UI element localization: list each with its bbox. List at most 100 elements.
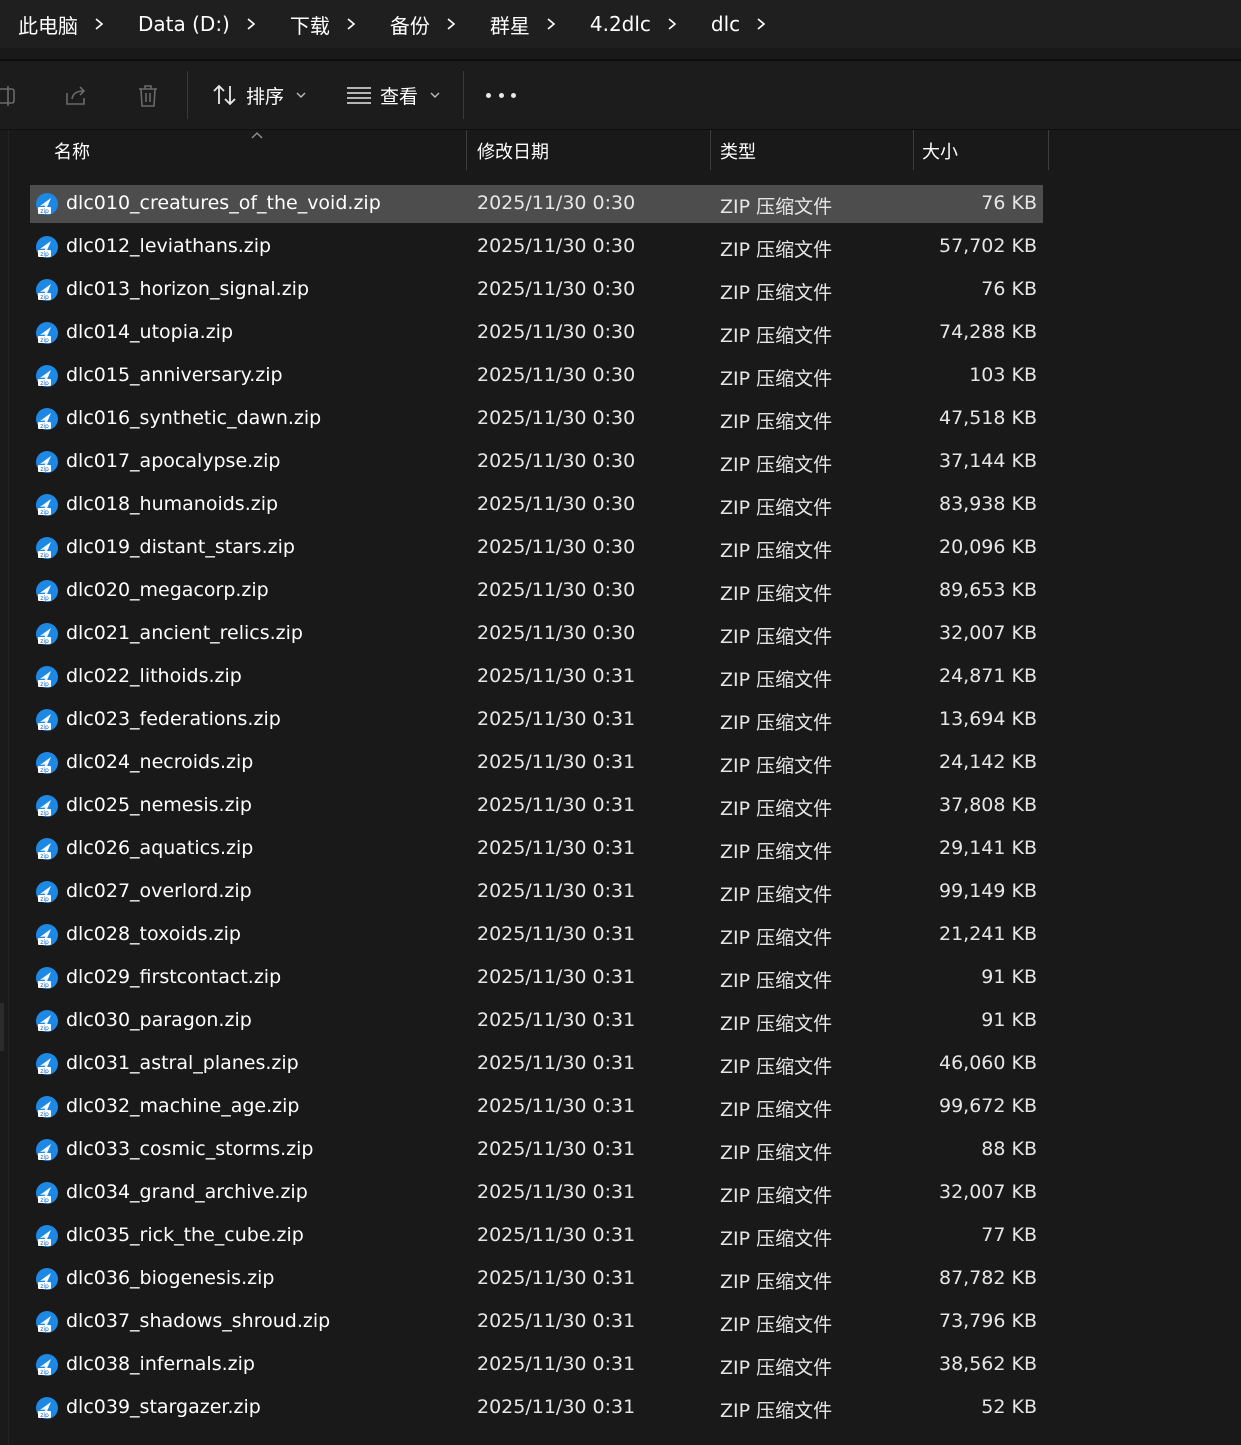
- chevron-right-icon[interactable]: [530, 0, 572, 48]
- file-row[interactable]: zip dlc034_grand_archive.zip 2025/11/30 0:…: [30, 1174, 1043, 1212]
- file-date: 2025/11/30 0:31: [477, 708, 636, 730]
- breadcrumb-item[interactable]: Data (D:): [120, 12, 230, 36]
- column-name[interactable]: 名称: [54, 138, 90, 164]
- file-date: 2025/11/30 0:31: [477, 1009, 636, 1031]
- file-name: dlc020_megacorp.zip: [66, 579, 269, 601]
- file-row[interactable]: zip dlc037_shadows_shroud.zip 2025/11/30 0…: [30, 1303, 1043, 1341]
- file-name: dlc022_lithoids.zip: [66, 665, 242, 687]
- file-type: ZIP 压缩文件: [720, 1099, 833, 1121]
- sort-button[interactable]: 排序: [212, 77, 306, 113]
- svg-text:zip: zip: [40, 939, 49, 946]
- file-date: 2025/11/30 0:30: [477, 235, 636, 257]
- file-size: 74,288 KB: [938, 321, 1037, 343]
- file-row[interactable]: zip dlc010_creatures_of_the_void.zip 2025/…: [30, 185, 1043, 223]
- zip-file-icon: zip: [35, 536, 59, 560]
- svg-text:zip: zip: [40, 1240, 49, 1247]
- zip-file-icon: zip: [35, 1009, 59, 1033]
- file-row[interactable]: zip dlc021_ancient_relics.zip 2025/11/30 0…: [30, 615, 1043, 653]
- command-bar: 排序 查看: [0, 61, 1241, 129]
- breadcrumb-item[interactable]: 群星: [472, 10, 530, 39]
- zip-file-icon: zip: [35, 751, 59, 775]
- file-size: 76 KB: [981, 278, 1037, 300]
- file-row[interactable]: zip dlc016_synthetic_dawn.zip 2025/11/30 0…: [30, 400, 1043, 438]
- svg-text:zip: zip: [40, 767, 49, 774]
- file-size: 73,796 KB: [938, 1310, 1037, 1332]
- svg-text:zip: zip: [40, 208, 49, 215]
- file-name: dlc036_biogenesis.zip: [66, 1267, 275, 1289]
- file-row[interactable]: zip dlc015_anniversary.zip 2025/11/30 0:30…: [30, 357, 1043, 395]
- file-row[interactable]: zip dlc031_astral_planes.zip 2025/11/30 0:…: [30, 1045, 1043, 1083]
- file-size: 99,672 KB: [938, 1095, 1037, 1117]
- file-row[interactable]: zip dlc018_humanoids.zip 2025/11/30 0:30 ZI…: [30, 486, 1043, 524]
- file-row[interactable]: zip dlc017_apocalypse.zip 2025/11/30 0:30 Z…: [30, 443, 1043, 481]
- breadcrumb-item[interactable]: dlc: [693, 12, 740, 36]
- file-name: dlc031_astral_planes.zip: [66, 1052, 299, 1074]
- svg-text:zip: zip: [40, 294, 49, 301]
- chevron-right-icon[interactable]: [330, 0, 372, 48]
- file-row[interactable]: zip dlc029_firstcontact.zip 2025/11/30 0:3…: [30, 959, 1043, 997]
- zip-file-icon: zip: [35, 450, 59, 474]
- file-date: 2025/11/30 0:31: [477, 1138, 636, 1160]
- file-name: dlc026_aquatics.zip: [66, 837, 254, 859]
- rename-icon[interactable]: [0, 83, 20, 109]
- file-name: dlc028_toxoids.zip: [66, 923, 241, 945]
- file-row[interactable]: zip dlc012_leviathans.zip 2025/11/30 0:30 Z…: [30, 228, 1043, 266]
- chevron-right-icon[interactable]: [740, 0, 782, 48]
- column-divider[interactable]: [1048, 130, 1049, 170]
- zip-file-icon: zip: [35, 794, 59, 818]
- column-divider[interactable]: [710, 130, 711, 170]
- file-date: 2025/11/30 0:30: [477, 536, 636, 558]
- zip-file-icon: zip: [35, 708, 59, 732]
- file-row[interactable]: zip dlc014_utopia.zip 2025/11/30 0:30 ZIP 压…: [30, 314, 1043, 352]
- file-row[interactable]: zip dlc025_nemesis.zip 2025/11/30 0:31 ZIP …: [30, 787, 1043, 825]
- file-size: 37,808 KB: [938, 794, 1037, 816]
- pane-scroll-indicator[interactable]: [0, 1003, 4, 1051]
- column-type[interactable]: 类型: [720, 138, 756, 164]
- file-name: dlc019_distant_stars.zip: [66, 536, 295, 558]
- svg-text:zip: zip: [40, 853, 49, 860]
- file-row[interactable]: zip dlc020_megacorp.zip 2025/11/30 0:30 ZIP…: [30, 572, 1043, 610]
- file-row[interactable]: zip dlc023_federations.zip 2025/11/30 0:31…: [30, 701, 1043, 739]
- column-divider[interactable]: [466, 130, 467, 170]
- file-row[interactable]: zip dlc027_overlord.zip 2025/11/30 0:31 ZIP…: [30, 873, 1043, 911]
- share-icon[interactable]: [63, 83, 89, 109]
- chevron-right-icon[interactable]: [651, 0, 693, 48]
- file-row[interactable]: zip dlc028_toxoids.zip 2025/11/30 0:31 ZIP …: [30, 916, 1043, 954]
- file-type: ZIP 压缩文件: [720, 755, 833, 777]
- breadcrumb-item[interactable]: 备份: [372, 10, 430, 39]
- file-row[interactable]: zip dlc019_distant_stars.zip 2025/11/30 0:…: [30, 529, 1043, 567]
- file-row[interactable]: zip dlc013_horizon_signal.zip 2025/11/30 0…: [30, 271, 1043, 309]
- file-type: ZIP 压缩文件: [720, 497, 833, 519]
- view-button[interactable]: 查看: [346, 77, 440, 113]
- file-row[interactable]: zip dlc032_machine_age.zip 2025/11/30 0:31…: [30, 1088, 1043, 1126]
- column-size[interactable]: 大小: [922, 138, 958, 164]
- file-row[interactable]: zip dlc038_infernals.zip 2025/11/30 0:31 ZI…: [30, 1346, 1043, 1384]
- file-row[interactable]: zip dlc035_rick_the_cube.zip 2025/11/30 0:…: [30, 1217, 1043, 1255]
- file-date: 2025/11/30 0:30: [477, 450, 636, 472]
- file-row[interactable]: zip dlc024_necroids.zip 2025/11/30 0:31 ZIP…: [30, 744, 1043, 782]
- file-row[interactable]: zip dlc022_lithoids.zip 2025/11/30 0:31 ZIP…: [30, 658, 1043, 696]
- file-row[interactable]: zip dlc030_paragon.zip 2025/11/30 0:31 ZIP …: [30, 1002, 1043, 1040]
- svg-text:zip: zip: [40, 1025, 49, 1032]
- file-date: 2025/11/30 0:31: [477, 1052, 636, 1074]
- chevron-right-icon[interactable]: [230, 0, 272, 48]
- more-options-icon[interactable]: [486, 85, 516, 105]
- file-row[interactable]: zip dlc039_stargazer.zip 2025/11/30 0:31 ZI…: [30, 1389, 1043, 1427]
- file-row[interactable]: zip dlc036_biogenesis.zip 2025/11/30 0:31 Z…: [30, 1260, 1043, 1298]
- column-date[interactable]: 修改日期: [477, 138, 549, 164]
- delete-icon[interactable]: [135, 83, 161, 109]
- breadcrumb-item[interactable]: 4.2dlc: [572, 12, 651, 36]
- file-row[interactable]: zip dlc033_cosmic_storms.zip 2025/11/30 0:…: [30, 1131, 1043, 1169]
- file-name: dlc034_grand_archive.zip: [66, 1181, 308, 1203]
- chevron-right-icon[interactable]: [78, 0, 120, 48]
- file-name: dlc014_utopia.zip: [66, 321, 234, 343]
- file-row[interactable]: zip dlc026_aquatics.zip 2025/11/30 0:31 ZIP…: [30, 830, 1043, 868]
- breadcrumb-item[interactable]: 此电脑: [0, 10, 78, 39]
- file-size: 76 KB: [981, 192, 1037, 214]
- column-divider[interactable]: [913, 130, 914, 170]
- chevron-right-icon[interactable]: [430, 0, 472, 48]
- breadcrumb-item[interactable]: 下载: [272, 10, 330, 39]
- file-name: dlc015_anniversary.zip: [66, 364, 283, 386]
- file-date: 2025/11/30 0:31: [477, 665, 636, 687]
- svg-text:zip: zip: [40, 337, 49, 344]
